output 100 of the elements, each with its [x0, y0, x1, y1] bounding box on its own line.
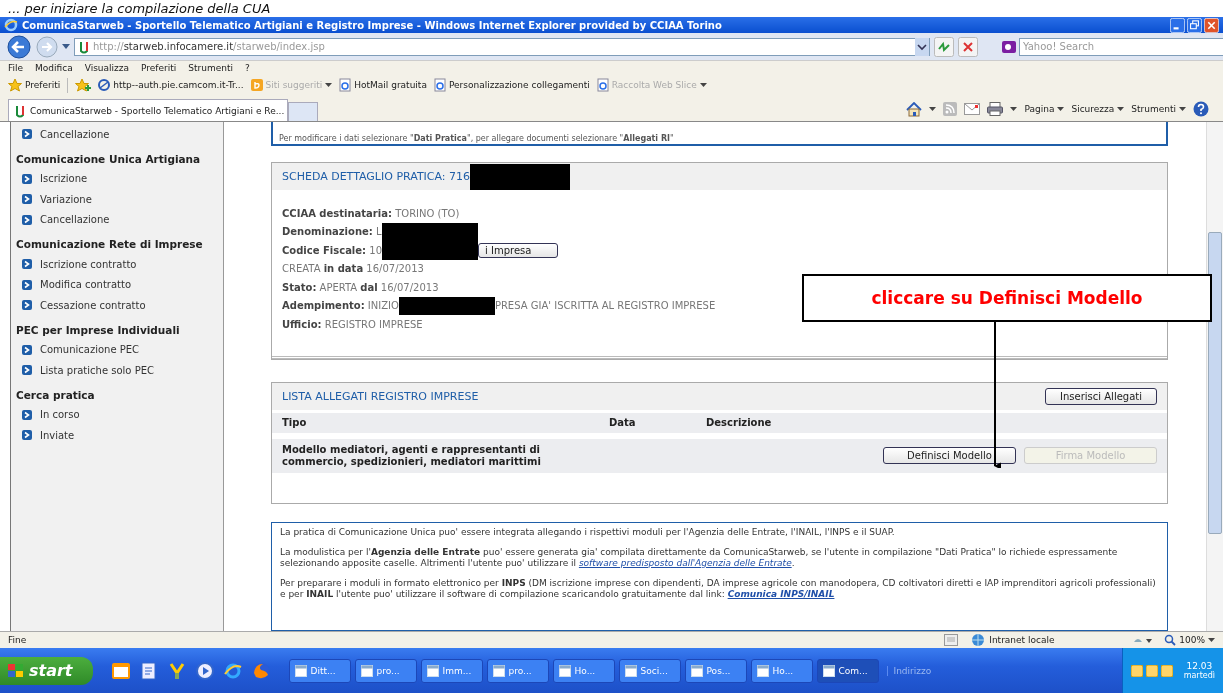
command-menu[interactable]: Strumenti: [1131, 104, 1186, 114]
table-cell-text: Modello mediatori, agenti e rappresentanti di commercio, spedizionieri, mediatori marittimi: [282, 443, 542, 468]
info-link[interactable]: Comunica INPS/INAIL: [727, 588, 835, 599]
arrow-square-icon: [22, 129, 32, 140]
minimize-icon[interactable]: [1170, 17, 1185, 33]
restore-icon[interactable]: [1187, 17, 1202, 33]
detail-text: CCIAA destinataria: TORINO (TO): [282, 207, 460, 219]
command-menu[interactable]: Sicurezza: [1071, 104, 1125, 114]
taskbar-button[interactable]: Pos...: [684, 658, 747, 683]
sidebar-item[interactable]: In corso: [16, 404, 223, 425]
sidebar-item[interactable]: Comunicazione PEC: [16, 339, 223, 360]
search-provider-icon: [1002, 40, 1016, 53]
impresa-button[interactable]: i Impresa: [478, 242, 559, 258]
menu-item[interactable]: Modifica: [35, 63, 73, 73]
detail-text: CREATA in data 16/07/2013: [282, 263, 424, 275]
taskbar-button[interactable]: Ho...: [552, 658, 615, 683]
favorite-link[interactable]: http--auth.pie.camcom.it-Tr...: [98, 78, 244, 92]
menu-item[interactable]: File: [8, 63, 24, 73]
menu-item[interactable]: Strumenti: [188, 63, 233, 73]
menu-item[interactable]: ?: [244, 63, 250, 73]
clock-time: 12.03: [1186, 661, 1213, 671]
forward-icon[interactable]: [36, 35, 58, 58]
model-button: Firma Modello: [1024, 447, 1157, 464]
sidebar-item[interactable]: Lista pratiche solo PEC: [16, 360, 223, 381]
window-title: ComunicaStarweb - Sportello Telematico Artigiani e Registro Imprese - Windows Internet Explorer provided by CCIAA Torino: [22, 19, 722, 31]
scroll-thumb[interactable]: [1208, 232, 1222, 534]
back-icon[interactable]: [6, 34, 32, 59]
home-icon[interactable]: [906, 101, 923, 117]
dropdown-icon[interactable]: [915, 37, 929, 56]
detail-text: PRESA GIA' ISCRITTA AL REGISTRO IMPRESE: [494, 300, 716, 312]
arrow-square-icon: [22, 194, 32, 205]
arrow-square-icon: [22, 259, 32, 270]
window-icon: [624, 664, 637, 677]
close-icon[interactable]: [1204, 17, 1219, 33]
window-icon: [822, 664, 835, 677]
detail-text: Adempimento: INIZIO: [282, 300, 399, 312]
sidebar-item[interactable]: Modifica contratto: [16, 274, 223, 295]
address-field[interactable]: http://starweb.infocamere.it/starweb/index.jsp: [74, 37, 930, 56]
sidebar-item[interactable]: Cessazione contratto: [16, 295, 223, 316]
clock-day: martedì: [1183, 671, 1215, 680]
panel-title: SCHEDA DETTAGLIO PRATICA: 716: [282, 170, 471, 183]
security-zone: Intranet locale: [970, 633, 1121, 647]
sidebar-item[interactable]: Inviate: [16, 425, 223, 446]
arrow-square-icon: [22, 279, 32, 290]
favorite-link[interactable]: HotMail gratuita: [339, 78, 427, 92]
start-button[interactable]: start: [0, 656, 93, 685]
search-field[interactable]: Yahoo! Search: [1019, 37, 1223, 56]
window-icon: [558, 664, 571, 677]
taskbar-button[interactable]: Ditt...: [288, 658, 351, 683]
taskbar-button[interactable]: Com...: [816, 658, 879, 683]
help-icon[interactable]: [1193, 101, 1209, 117]
taskbar-button[interactable]: pro...: [354, 658, 417, 683]
media-player-icon[interactable]: [194, 660, 215, 681]
add-favorite-icon[interactable]: [75, 78, 92, 92]
caret-icon: [1117, 107, 1125, 111]
arrow-square-icon: [22, 430, 32, 441]
caret-icon: [1010, 107, 1018, 111]
sidebar-heading: PEC per Imprese Individuali: [16, 323, 181, 336]
window-icon: [360, 664, 373, 677]
caret-icon[interactable]: [62, 43, 70, 50]
caret-icon: [325, 83, 333, 87]
refresh-icon[interactable]: [934, 36, 954, 57]
scrollbar[interactable]: [1206, 122, 1223, 631]
browser-tab[interactable]: ComunicaStarweb - Sportello Telematico Artigiani e Re...: [8, 99, 288, 121]
star-icon: [8, 78, 22, 92]
panel-title: LISTA ALLEGATI REGISTRO IMPRESE: [282, 389, 479, 403]
printer-icon[interactable]: [987, 102, 1004, 116]
caret-icon: [1179, 107, 1186, 111]
status-text: Fine: [8, 635, 27, 645]
taskbar-button[interactable]: Ho...: [750, 658, 813, 683]
caret-icon: [1208, 638, 1215, 642]
taskbar-button[interactable]: Imm...: [420, 658, 483, 683]
sidebar-item[interactable]: Iscrizione: [16, 168, 223, 189]
document-icon[interactable]: [138, 660, 159, 681]
favorites-button[interactable]: Preferiti: [8, 78, 61, 92]
window-icon: [294, 664, 307, 677]
stop-icon[interactable]: [958, 36, 978, 57]
arrow-square-icon: [22, 409, 32, 420]
favorite-link[interactable]: Personalizzazione collegamenti: [433, 78, 590, 92]
sidebar-item[interactable]: Iscrizione contratto: [16, 254, 223, 275]
caret-icon: [699, 83, 707, 87]
window-icon: [492, 664, 505, 677]
detail-text: Codice Fiscale: 10: [282, 244, 382, 256]
sidebar-heading: Comunicazione Rete di Imprese: [16, 238, 204, 250]
sidebar-item[interactable]: Variazione: [16, 189, 223, 210]
taskbar-button[interactable]: pro...: [486, 658, 549, 683]
calendar-icon[interactable]: [110, 660, 131, 681]
info-link[interactable]: software predisposto dall'Agenzia delle Entrate: [578, 557, 792, 568]
caret-icon: [1057, 107, 1065, 111]
menu-item[interactable]: Visualizza: [84, 63, 130, 73]
arrow-square-icon: [22, 173, 32, 184]
sidebar-item[interactable]: Cancellazione: [16, 209, 223, 230]
zoom-control[interactable]: 100%: [1164, 634, 1215, 646]
sidebar-item[interactable]: Cancellazione: [16, 124, 223, 145]
taskbar-button[interactable]: Soci...: [618, 658, 681, 683]
add-attachments-button[interactable]: Inserisci Allegati: [1045, 387, 1157, 405]
menu-item[interactable]: Preferiti: [141, 63, 177, 73]
model-button[interactable]: Definisci Modello: [883, 447, 1016, 464]
info-paragraph: La modulistica per l'Agenzia delle Entrate puo' essere generata gia' compilata direttamente da ComunicaStarweb, se l'utente in compilazione "Dati Pratica" lo richiede espressamente selezionando apposite caselle. Altrimenti l'utente puo' utilizzare il software predisposto dall'Agenzia delle Entrate.: [280, 546, 1119, 569]
command-menu[interactable]: Pagina: [1024, 104, 1065, 114]
